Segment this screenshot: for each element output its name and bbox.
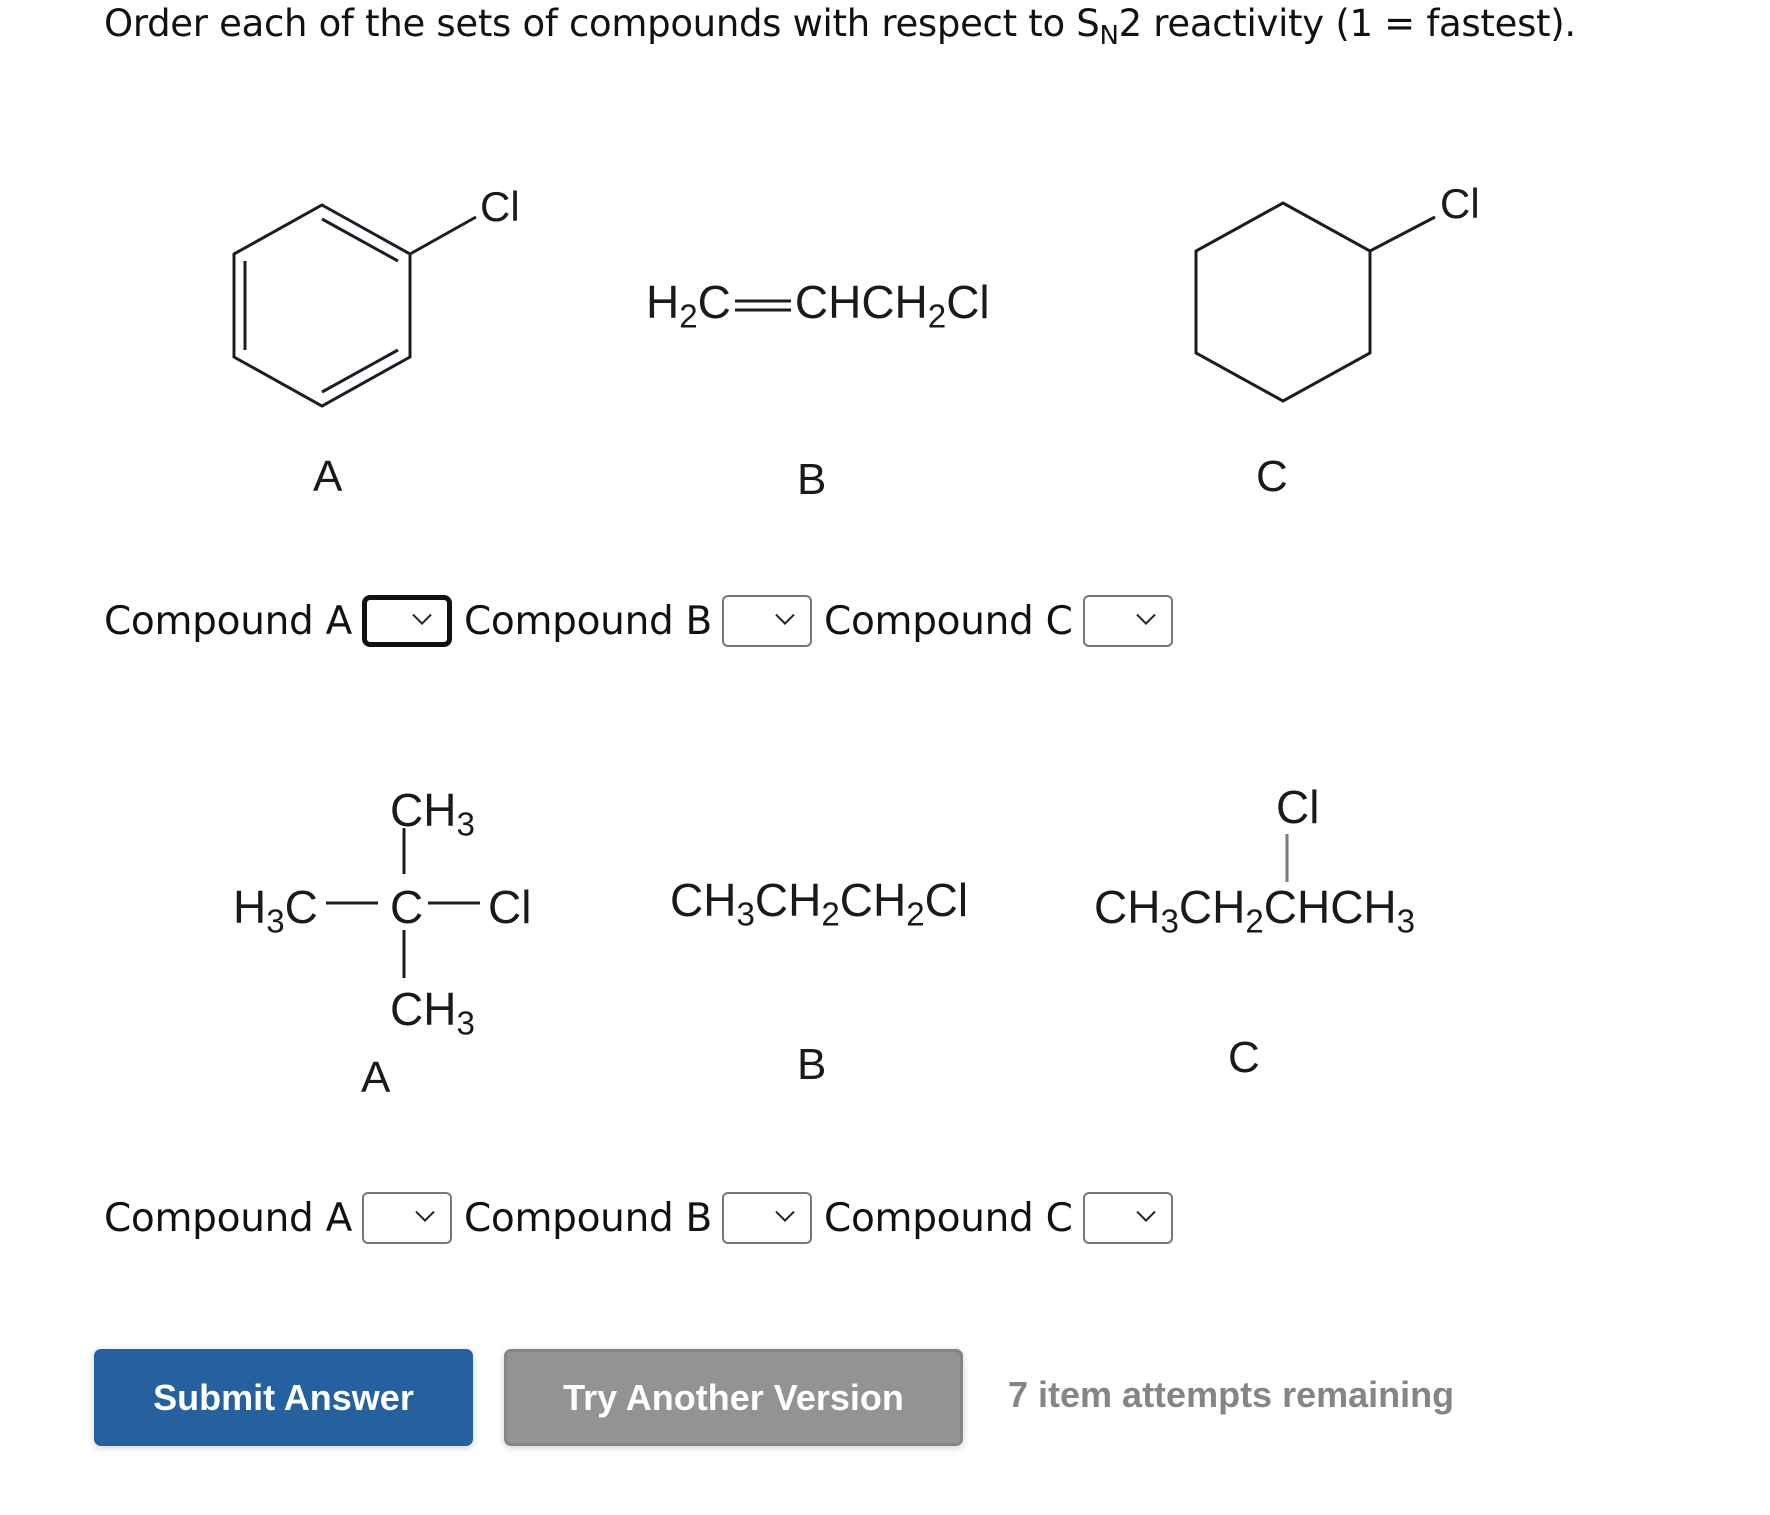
chevron-down-icon xyxy=(1135,1210,1157,1224)
formula-subscript: 3 xyxy=(1396,903,1416,941)
set2-compound-a-select[interactable] xyxy=(361,1192,452,1244)
substituent-cl: Cl xyxy=(1276,781,1320,833)
set2-ranking-row: Compound A Compound B Compound C xyxy=(104,1190,1185,1246)
set1-compound-a-select[interactable] xyxy=(361,595,452,647)
set1-compound-c-select[interactable] xyxy=(1082,595,1173,647)
select-label: Compound C xyxy=(824,598,1073,644)
cyclohexane-ring xyxy=(1194,201,1372,403)
select-label: Compound A xyxy=(104,598,352,644)
chevron-down-icon xyxy=(1135,613,1157,627)
set2-compound-b-select[interactable] xyxy=(722,1192,813,1244)
try-another-version-button[interactable]: Try Another Version xyxy=(504,1349,963,1446)
chevron-down-icon xyxy=(774,613,796,627)
select-label: Compound B xyxy=(463,598,713,644)
methyl-bottom: CH3 xyxy=(390,982,475,1040)
formula-subscript: 2 xyxy=(927,298,947,336)
select-label: Compound C xyxy=(824,1195,1073,1241)
formula-subscript: 2 xyxy=(906,896,925,934)
formula-part: CH xyxy=(670,874,737,926)
formula-part: CH xyxy=(390,983,457,1035)
set2-compound-c-select[interactable] xyxy=(1082,1192,1173,1244)
chlorobenzene-structure xyxy=(232,203,477,408)
substituent-cl: Cl xyxy=(480,183,520,230)
formula-subscript: 3 xyxy=(456,1005,475,1043)
chlorocyclohexane-structure xyxy=(1194,201,1436,403)
methyl-left: H3C xyxy=(233,880,318,938)
formula-part: CH xyxy=(754,874,822,926)
compound-label-c: C xyxy=(1228,1033,1260,1082)
compound-label-b: B xyxy=(797,1040,827,1089)
formula-subscript: 3 xyxy=(1160,903,1179,941)
formula-part: CHCH xyxy=(794,276,928,328)
compound-label-a: A xyxy=(313,452,343,501)
set1-compound-b-select[interactable] xyxy=(722,595,813,647)
attempts-remaining-text: 7 item attempts remaining xyxy=(1008,1374,1455,1415)
prompt-text-end: 2 reactivity (1 = fastest). xyxy=(1118,2,1577,45)
set1-ranking-row: Compound A Compound B Compound C xyxy=(104,593,1185,649)
formula-subscript: 2 xyxy=(821,896,840,934)
question-prompt: Order each of the sets of compounds with… xyxy=(104,2,1577,49)
formula-part: Cl xyxy=(946,276,990,328)
chevron-down-icon xyxy=(414,1210,436,1224)
substituent-cl: Cl xyxy=(488,881,532,933)
substituent-cl: Cl xyxy=(1440,180,1480,227)
compound-label-c: C xyxy=(1256,452,1288,501)
formula-part: CH xyxy=(839,874,907,926)
submit-answer-button[interactable]: Submit Answer xyxy=(94,1349,473,1446)
chevron-down-icon xyxy=(774,1210,796,1224)
formula-part: C xyxy=(697,276,731,328)
c-cl-bond xyxy=(1369,215,1436,253)
benzene-ring xyxy=(232,203,412,408)
prompt-text: Order each of the sets of compounds with… xyxy=(104,2,1100,45)
formula-part: CH xyxy=(1094,881,1161,933)
sec-butyl-chloride-formula: CH3CH2CHCH3 xyxy=(1094,880,1415,938)
c-cl-bond xyxy=(409,215,477,256)
compound-label-b: B xyxy=(797,455,827,504)
central-carbon: C xyxy=(390,881,424,933)
formula-part: CHCH xyxy=(1263,881,1397,933)
formula-subscript: 3 xyxy=(736,896,755,934)
formula-part: CH xyxy=(1178,881,1246,933)
formula-part: H xyxy=(233,881,267,933)
formula-subscript: 2 xyxy=(679,298,698,336)
formula-part: C xyxy=(284,881,318,933)
chevron-down-icon xyxy=(411,613,433,627)
formula-subscript: 3 xyxy=(266,903,285,941)
prompt-subscript: N xyxy=(1099,21,1119,51)
select-label: Compound B xyxy=(463,1195,713,1241)
allyl-chloride-formula: H2C CHCH2Cl xyxy=(646,275,990,333)
formula-part: Cl xyxy=(924,874,969,926)
select-label: Compound A xyxy=(104,1195,352,1241)
formula-subscript: 2 xyxy=(1245,903,1264,941)
propyl-chloride-formula: CH3CH2CH2Cl xyxy=(670,873,969,931)
compound-label-a: A xyxy=(361,1053,391,1102)
formula-part: H xyxy=(646,276,680,328)
double-bond xyxy=(734,299,791,312)
